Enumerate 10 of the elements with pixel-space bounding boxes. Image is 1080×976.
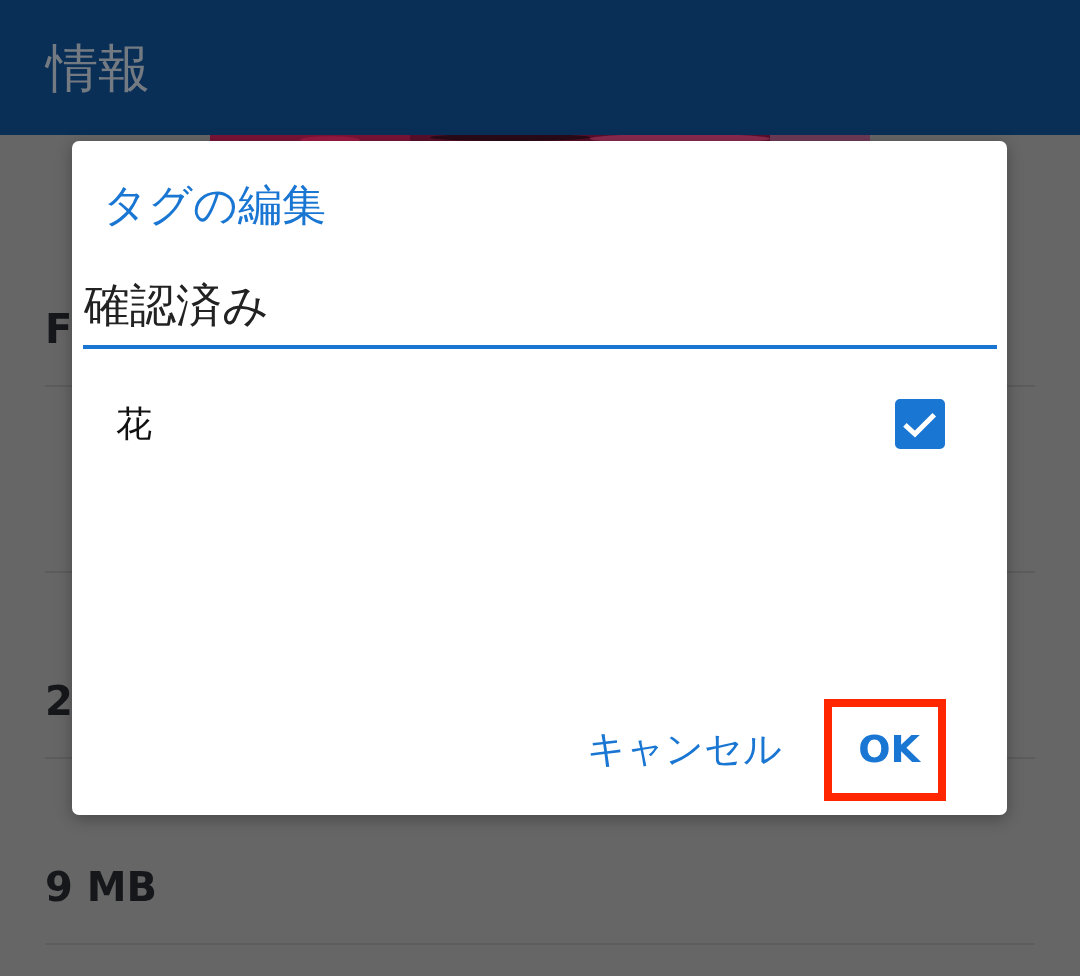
screen-title: 情報 [46,41,150,94]
field-value: 2 [45,677,73,726]
checkbox[interactable] [895,399,945,449]
input-field[interactable]: 確認済み [83,265,997,349]
field-value: 9 MB [45,863,158,912]
tag-label: 花 [116,401,152,446]
ok-button[interactable]: OK [824,717,946,783]
cancel-button[interactable]: キャンセル [587,717,783,783]
dialog-title: タグの編集 [102,178,326,232]
field-value: F [45,305,73,354]
